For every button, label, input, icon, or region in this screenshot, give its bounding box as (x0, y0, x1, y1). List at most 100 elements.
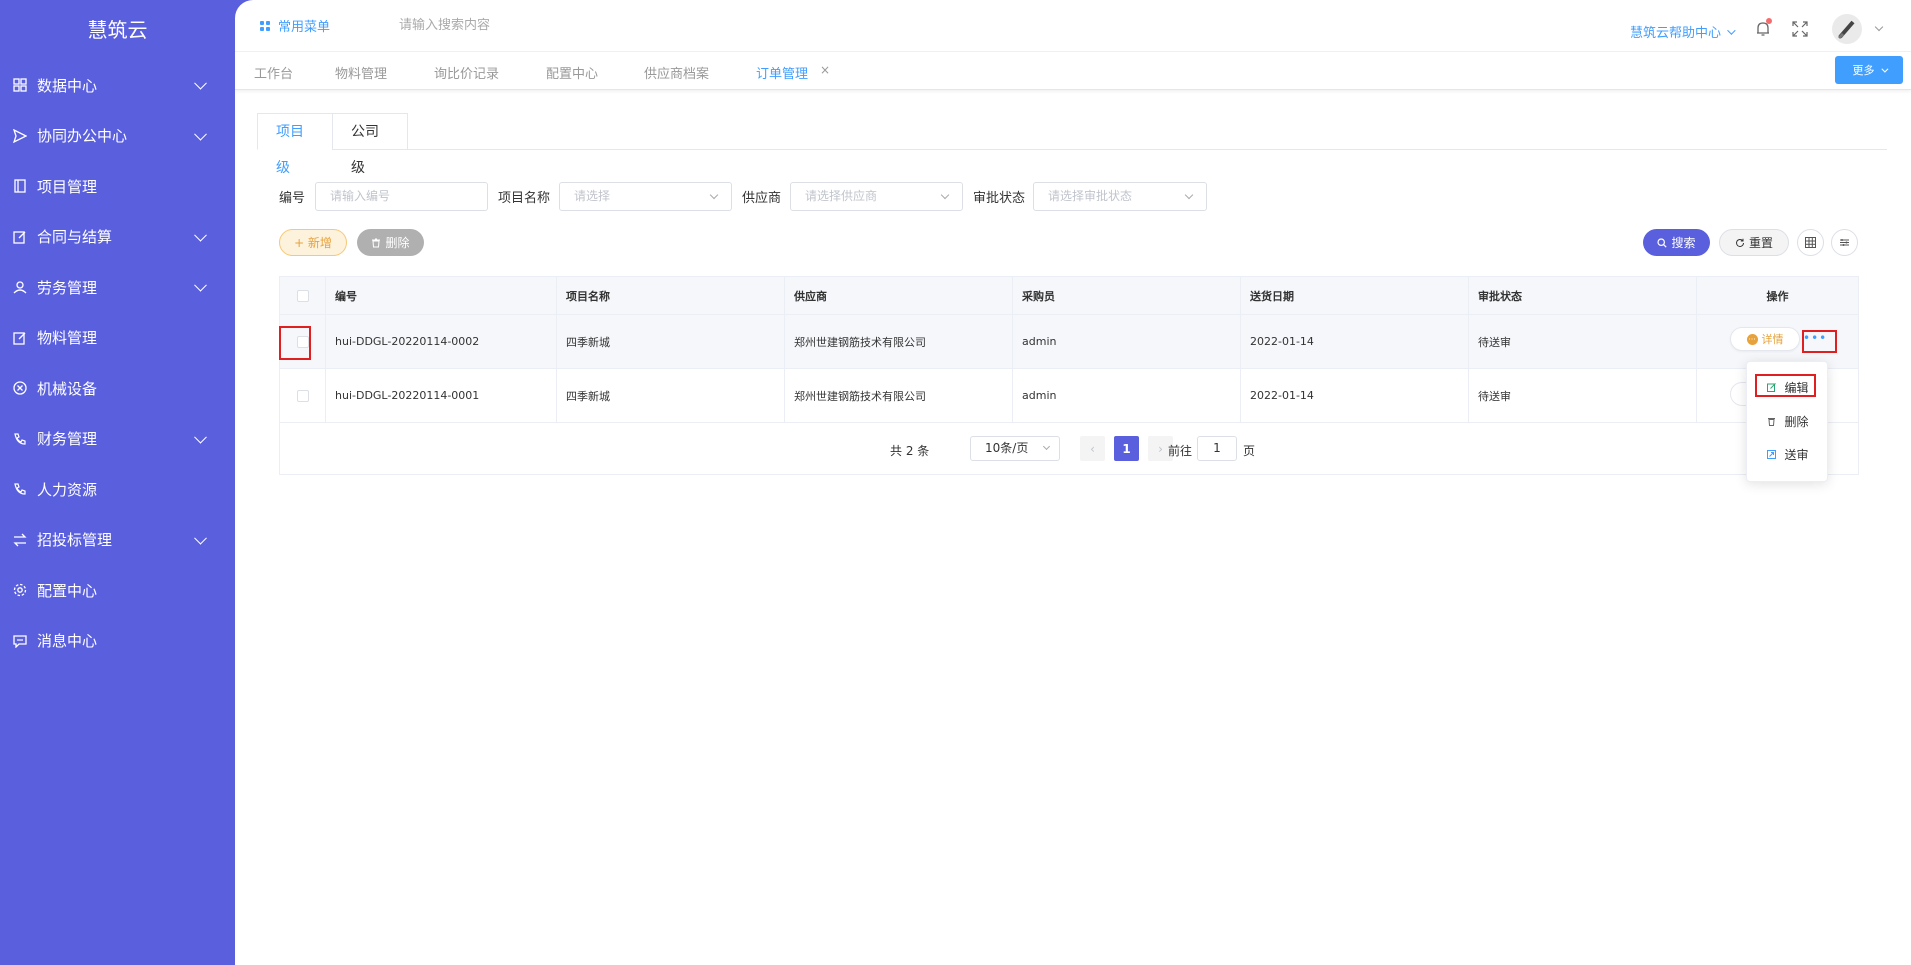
buyer-name: admin (1013, 369, 1241, 422)
sidebar-item-project[interactable]: 项目管理 (0, 161, 235, 212)
apps-icon (260, 20, 270, 31)
row-checkbox[interactable] (296, 389, 309, 402)
help-center-label: 慧筑云帮助中心 (1630, 26, 1722, 41)
close-icon[interactable]: × (820, 63, 830, 77)
chevron-down-icon (194, 531, 207, 545)
sidebar-item-material[interactable]: 物料管理 (0, 313, 235, 364)
sidebar-item-collab-office[interactable]: 协同办公中心 (0, 111, 235, 162)
message-icon (13, 634, 27, 648)
sidebar: 慧筑云 数据中心 协同办公中心 项目管理 合同与结算 劳务管理 物料管理 机械设… (0, 0, 235, 965)
sidebar-item-message[interactable]: 消息中心 (0, 616, 235, 667)
help-center-dropdown[interactable]: 慧筑云帮助中心 (1630, 22, 1736, 41)
goto-page-input[interactable]: 1 (1197, 436, 1237, 461)
sidebar-item-labor[interactable]: 劳务管理 (0, 262, 235, 313)
chevron-down-icon[interactable] (1874, 22, 1884, 32)
supplier-name: 郑州世建钢筋技术有限公司 (785, 315, 1013, 368)
project-name-select[interactable]: 请选择 (559, 182, 732, 211)
select-all-checkbox[interactable] (296, 289, 309, 302)
phone-icon (13, 482, 27, 496)
chevron-down-icon (194, 127, 207, 141)
approval-status: 待送审 (1469, 369, 1697, 422)
trash-icon (372, 238, 381, 247)
more-tags-button[interactable]: 更多 (1835, 56, 1903, 84)
delivery-date: 2022-01-14 (1241, 369, 1469, 422)
approval-status: 待送审 (1469, 315, 1697, 368)
search-label: 搜索 (1671, 236, 1696, 250)
chevron-down-icon (194, 77, 207, 90)
phone-icon (13, 432, 27, 446)
page-number-current[interactable]: 1 (1114, 436, 1139, 461)
project-name: 四季新城 (557, 369, 785, 422)
tab-project-level[interactable]: 项目级 (257, 113, 333, 176)
menu-item-delete[interactable]: 删除 (1747, 408, 1829, 434)
edit-icon (13, 230, 27, 244)
sidebar-item-label: 物料管理 (37, 329, 98, 348)
tab-company-level[interactable]: 公司级 (332, 113, 408, 176)
sidebar-item-label: 数据中心 (37, 76, 98, 95)
sidebar-item-hr[interactable]: 人力资源 (0, 464, 235, 515)
tag-config[interactable]: 配置中心 (546, 63, 598, 82)
menu-item-label: 删除 (1784, 414, 1809, 429)
project-name-placeholder: 请选择 (574, 189, 611, 203)
search-button[interactable]: 搜索 (1643, 229, 1710, 256)
table-row[interactable]: hui-DDGL-20220114-0001 四季新城 郑州世建钢筋技术有限公司… (280, 369, 1858, 423)
edit-icon (13, 331, 27, 345)
sliders-icon (1840, 239, 1849, 246)
column-header: 操作 (1766, 289, 1789, 303)
add-button[interactable]: + 新增 (279, 229, 347, 256)
avatar[interactable] (1832, 14, 1862, 44)
tag-workbench[interactable]: 工作台 (254, 63, 293, 82)
sidebar-item-config[interactable]: 配置中心 (0, 565, 235, 616)
page-unit-label: 页 (1243, 444, 1256, 458)
select-all-cell (280, 277, 326, 314)
sidebar-item-machinery[interactable]: 机械设备 (0, 363, 235, 414)
column-header: 审批状态 (1469, 277, 1697, 314)
fullscreen-icon[interactable] (1792, 21, 1808, 37)
chevron-down-icon (940, 190, 950, 200)
chevron-down-icon (1880, 65, 1888, 73)
sidebar-item-bidding[interactable]: 招投标管理 (0, 515, 235, 566)
table-row[interactable]: hui-DDGL-20220114-0002 四季新城 郑州世建钢筋技术有限公司… (280, 315, 1858, 369)
tag-material[interactable]: 物料管理 (335, 63, 387, 82)
menu-item-label: 送审 (1784, 447, 1809, 462)
sidebar-item-label: 机械设备 (37, 379, 98, 398)
close-circle-icon (13, 381, 27, 395)
main-panel: 常用菜单 慧筑云帮助中心 工作台 物料管理 询比价记录 配置中心 供应商档案 订… (235, 0, 1911, 965)
delete-label: 删除 (385, 236, 410, 250)
reset-label: 重置 (1748, 236, 1773, 250)
app-logo: 慧筑云 (87, 18, 148, 42)
more-tags-label: 更多 (1852, 64, 1875, 77)
detail-button[interactable]: ··· 详情 (1730, 327, 1800, 351)
chevron-down-icon (709, 190, 719, 200)
chevron-down-icon (1727, 25, 1736, 35)
notification-dot (1766, 18, 1772, 24)
chevron-down-icon (194, 279, 207, 292)
common-menu-button[interactable]: 常用菜单 (260, 16, 330, 35)
sidebar-item-finance[interactable]: 财务管理 (0, 414, 235, 465)
tag-price-compare[interactable]: 询比价记录 (434, 63, 499, 82)
sidebar-item-label: 消息中心 (37, 632, 98, 651)
level-tabs: 项目级 公司级 (257, 113, 1887, 176)
supplier-select[interactable]: 请选择供应商 (790, 182, 963, 211)
approval-status-label: 审批状态 (973, 191, 1026, 206)
search-input[interactable] (399, 12, 619, 38)
column-settings-button[interactable] (1797, 229, 1824, 256)
reset-button[interactable]: 重置 (1719, 229, 1789, 256)
user-icon (13, 280, 27, 294)
sidebar-item-data-center[interactable]: 数据中心 (0, 60, 235, 111)
page-size-select[interactable]: 10条/页 (970, 436, 1060, 461)
highlight-box (1755, 374, 1816, 397)
tag-order[interactable]: 订单管理 (756, 63, 808, 82)
tag-supplier[interactable]: 供应商档案 (644, 63, 709, 82)
sidebar-item-label: 合同与结算 (37, 228, 113, 247)
pagination: 共 2 条 10条/页 ‹ 1 › 前往 1 页 (280, 423, 1858, 477)
filter-settings-button[interactable] (1831, 229, 1858, 256)
bell-icon[interactable] (1754, 18, 1772, 38)
sidebar-item-contract[interactable]: 合同与结算 (0, 212, 235, 263)
delete-button[interactable]: 删除 (357, 229, 424, 256)
page-size-value: 10条/页 (985, 441, 1029, 455)
approval-status-select[interactable]: 请选择审批状态 (1033, 182, 1207, 211)
code-input[interactable]: 请输入编号 (315, 182, 488, 211)
prev-page-button[interactable]: ‹ (1080, 436, 1105, 461)
menu-item-submit[interactable]: 送审 (1747, 441, 1829, 467)
